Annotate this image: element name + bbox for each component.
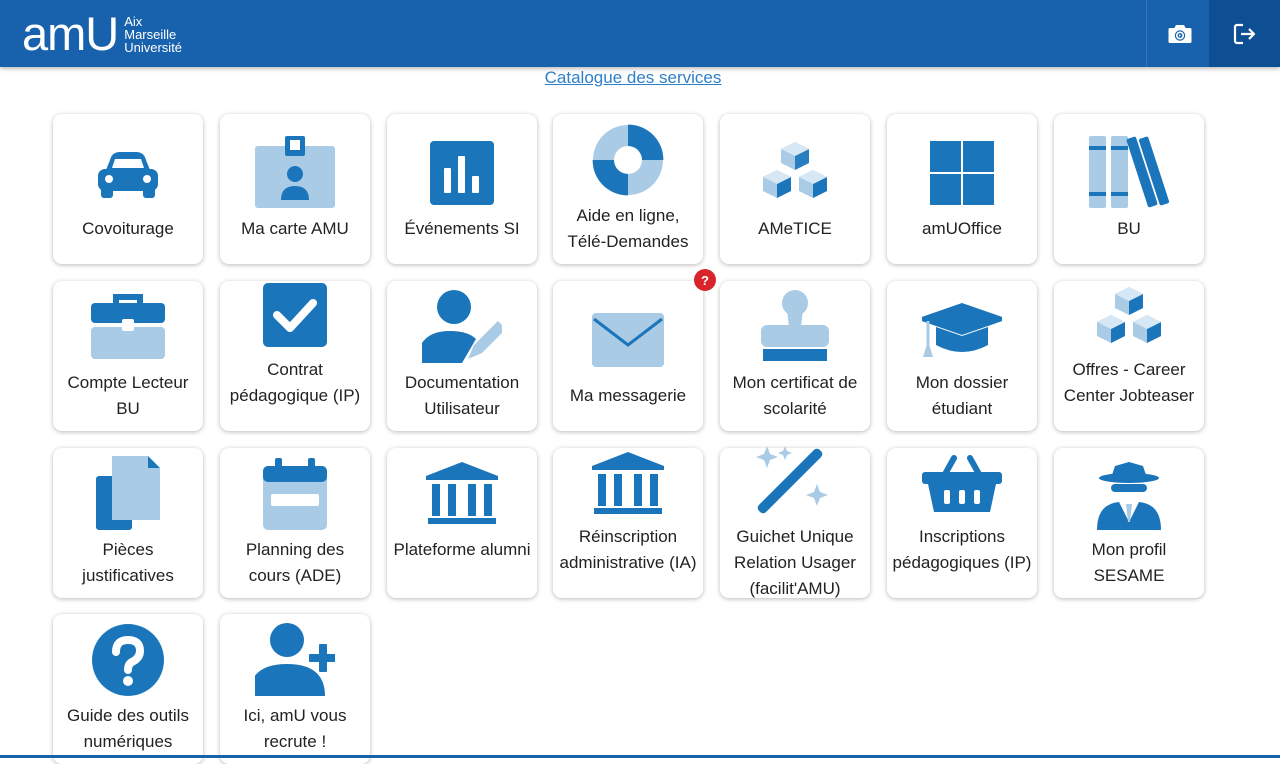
tile-label: Guide des outils numériques bbox=[67, 706, 189, 751]
tile-plateforme-alumni[interactable]: Plateforme alumni bbox=[387, 448, 537, 598]
bar-chart-icon bbox=[422, 134, 502, 214]
tile-label: Ma messagerie bbox=[569, 386, 687, 405]
tile-label: Contrat pédagogique (IP) bbox=[229, 360, 361, 405]
tile-offres-career-center[interactable]: Offres - Career Center Jobteaser bbox=[1054, 281, 1204, 431]
tile-label: Plateforme alumni bbox=[393, 540, 531, 559]
stamp-icon bbox=[755, 289, 835, 369]
tile-label: Mon profil SESAME bbox=[1091, 540, 1167, 585]
tile-covoiturage[interactable]: Covoiturage bbox=[53, 114, 203, 264]
logout-button[interactable] bbox=[1209, 0, 1280, 67]
tile-certificat-scolarite[interactable]: Mon certificat de scolarité bbox=[720, 281, 870, 431]
windows-icon bbox=[922, 134, 1002, 214]
tile-label: Réinscription administrative (IA) bbox=[559, 527, 697, 572]
user-secret-icon bbox=[1089, 456, 1169, 536]
tile-compte-lecteur-bu[interactable]: Compte Lecteur BU bbox=[53, 281, 203, 431]
tile-bu[interactable]: BU bbox=[1054, 114, 1204, 264]
tile-label: Mon certificat de scolarité bbox=[732, 373, 858, 418]
copy-icon bbox=[88, 456, 168, 536]
tile-ma-carte-amu[interactable]: Ma carte AMU bbox=[220, 114, 370, 264]
tile-label: Covoiturage bbox=[82, 219, 174, 238]
tile-aide-en-ligne[interactable]: Aide en ligne, Télé-Demandes bbox=[553, 114, 703, 264]
header-bar: amU Aix Marseille Université bbox=[0, 0, 1280, 67]
user-pen-icon bbox=[422, 289, 502, 369]
tile-inscriptions-pedagogiques[interactable]: Inscriptions pédagogiques (IP) bbox=[887, 448, 1037, 598]
calendar-icon bbox=[255, 456, 335, 536]
books-icon bbox=[1089, 134, 1169, 214]
tile-guichet-unique[interactable]: Guichet Unique Relation Usager (facilit'… bbox=[720, 446, 870, 598]
tile-label: Documentation Utilisateur bbox=[404, 373, 520, 418]
user-plus-icon bbox=[255, 622, 335, 702]
notification-badge: ? bbox=[694, 269, 716, 291]
camera-icon bbox=[1168, 24, 1192, 43]
tile-label: Événements SI bbox=[404, 219, 520, 238]
tile-pieces-justificatives[interactable]: Pièces justificatives bbox=[53, 448, 203, 598]
logo-subtitle: Aix Marseille Université bbox=[124, 13, 183, 55]
tile-label: AMeTICE bbox=[758, 219, 832, 238]
tile-label: Offres - Career Center Jobteaser bbox=[1063, 360, 1195, 405]
tile-planning-cours[interactable]: Planning des cours (ADE) bbox=[220, 448, 370, 598]
tile-contrat-pedagogique[interactable]: Contrat pédagogique (IP) bbox=[220, 281, 370, 431]
landmark-icon bbox=[422, 456, 502, 536]
tile-label: Inscriptions pédagogiques (IP) bbox=[892, 527, 1032, 572]
toolbox-icon bbox=[88, 289, 168, 369]
tile-label: amUOffice bbox=[922, 219, 1002, 238]
cubes-icon bbox=[755, 134, 835, 214]
car-icon bbox=[88, 134, 168, 214]
tile-label: Ici, amU vous recrute ! bbox=[243, 706, 347, 751]
magic-wand-icon bbox=[755, 444, 835, 524]
tile-label: Compte Lecteur BU bbox=[67, 373, 189, 418]
tile-label: Aide en ligne, Télé-Demandes bbox=[567, 206, 689, 251]
tile-label: Ma carte AMU bbox=[241, 219, 349, 238]
tile-guide-outils-numeriques[interactable]: Guide des outils numériques bbox=[53, 614, 203, 764]
screenshot-button[interactable] bbox=[1146, 0, 1213, 67]
tile-ma-messagerie[interactable]: Ma messagerie bbox=[553, 281, 703, 431]
logo-wordmark: amU bbox=[22, 6, 119, 60]
amu-logo[interactable]: amU Aix Marseille Université bbox=[22, 8, 182, 58]
cubes-icon bbox=[1089, 279, 1169, 359]
catalog-services-link[interactable]: Catalogue des services bbox=[0, 68, 1266, 88]
lifebuoy-icon bbox=[588, 120, 668, 200]
tile-reinscription-administrative[interactable]: Réinscription administrative (IA) bbox=[553, 448, 703, 598]
envelope-icon bbox=[588, 299, 668, 379]
basket-icon bbox=[922, 446, 1002, 526]
tile-profil-sesame[interactable]: Mon profil SESAME bbox=[1054, 448, 1204, 598]
id-badge-icon bbox=[255, 134, 335, 214]
checkbox-icon bbox=[255, 279, 335, 359]
tile-label: Pièces justificatives bbox=[82, 540, 174, 585]
tile-evenements-si[interactable]: Événements SI bbox=[387, 114, 537, 264]
logout-icon bbox=[1233, 23, 1255, 44]
tile-label: BU bbox=[1117, 219, 1141, 238]
tile-dossier-etudiant[interactable]: Mon dossier étudiant bbox=[887, 281, 1037, 431]
question-circle-icon bbox=[88, 622, 168, 702]
tile-documentation-utilisateur[interactable]: Documentation Utilisateur bbox=[387, 281, 537, 431]
tile-label: Guichet Unique Relation Usager (facilit'… bbox=[734, 527, 856, 598]
tile-ametice[interactable]: AMeTICE bbox=[720, 114, 870, 264]
tile-label: Mon dossier étudiant bbox=[915, 373, 1009, 418]
landmark-icon bbox=[588, 446, 668, 526]
tile-label: Planning des cours (ADE) bbox=[245, 540, 345, 585]
tile-amuoffice[interactable]: amUOffice bbox=[887, 114, 1037, 264]
tile-amu-recrute[interactable]: Ici, amU vous recrute ! bbox=[220, 614, 370, 764]
graduation-cap-icon bbox=[922, 289, 1002, 369]
